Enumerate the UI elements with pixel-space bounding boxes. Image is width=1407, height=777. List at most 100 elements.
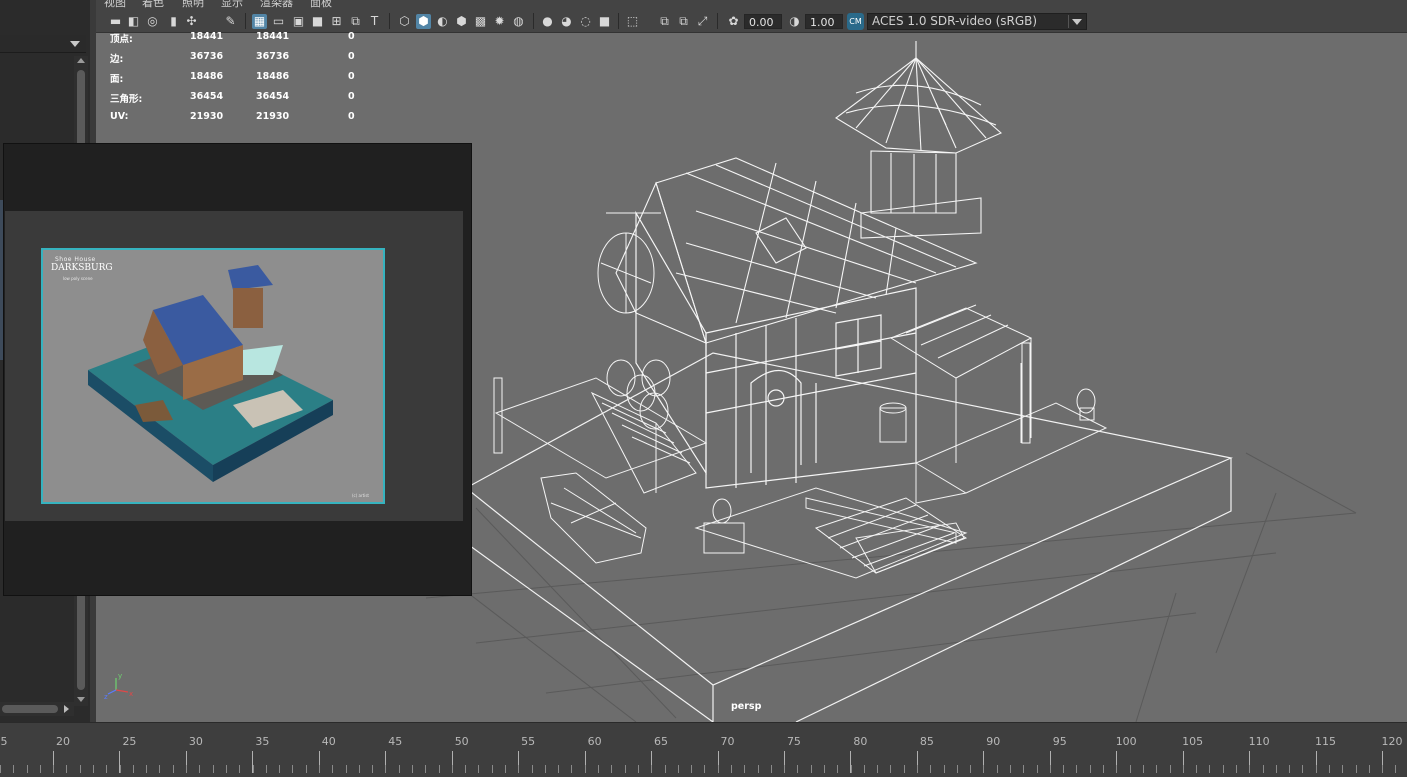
toolbar-separator <box>717 13 718 29</box>
timeline-minor-tick <box>1049 765 1051 773</box>
depth-of-field-icon[interactable]: ■ <box>597 14 612 29</box>
timeline-minor-tick <box>956 765 958 773</box>
motion-blur-icon[interactable]: ◕ <box>559 14 574 29</box>
xray-components-icon[interactable]: ⤢ <box>695 14 710 29</box>
reference-image: Shoe House DARKSBURG low poly scene (c) … <box>41 248 385 504</box>
timeline-minor-tick <box>584 765 586 773</box>
timeline-minor-tick <box>119 765 121 773</box>
shadows-icon[interactable]: ◍ <box>511 14 526 29</box>
anti-alias-icon[interactable]: ◌ <box>578 14 593 29</box>
timeline-minor-tick <box>1076 765 1078 773</box>
timeline-minor-tick <box>797 765 799 773</box>
pencil-icon[interactable]: ✎ <box>223 14 238 29</box>
timeline-ruler[interactable]: 5 20 25 30 35 40 45 50 55 60 65 70 75 80 85 90 95 100 105 1… <box>0 727 1407 775</box>
timeline-minor-tick <box>1182 765 1184 773</box>
gamma-icon[interactable]: ◑ <box>787 14 802 29</box>
timeline-minor-tick <box>199 765 201 773</box>
gate-mask-icon[interactable]: ■ <box>310 14 325 29</box>
timeline-tick-label: 20 <box>56 735 70 748</box>
grid-icon[interactable]: ▦ <box>252 14 267 29</box>
timeline-minor-tick <box>478 765 480 773</box>
menu-panels[interactable]: 面板 <box>310 0 332 9</box>
image-plane-icon[interactable]: ▮ <box>166 14 181 29</box>
menu-view[interactable]: 视图 <box>104 0 126 9</box>
scroll-up-icon[interactable] <box>77 58 85 63</box>
gamma-field[interactable]: 1.00 <box>805 14 843 29</box>
timeline-minor-tick <box>451 765 453 773</box>
timeline-minor-tick <box>810 765 812 773</box>
timeline-tick-label: 70 <box>720 735 735 748</box>
default-material-icon[interactable]: ⬢ <box>454 14 469 29</box>
toolbar-separator <box>618 13 619 29</box>
timeline-minor-tick <box>598 765 600 773</box>
reference-credit: (c) artist <box>351 493 369 498</box>
scroll-right-icon[interactable] <box>64 705 69 713</box>
safe-action-icon[interactable]: ⧉ <box>348 14 363 29</box>
timeline-tick-label: 30 <box>188 735 203 748</box>
lights-icon[interactable]: ✹ <box>492 14 507 29</box>
menu-show[interactable]: 显示 <box>221 0 243 9</box>
timeline-minor-tick <box>106 765 108 773</box>
timeline-minor-tick <box>704 765 706 773</box>
timeline-minor-tick <box>305 765 307 773</box>
film-gate-icon[interactable]: ▭ <box>271 14 286 29</box>
timeline-tick-label: 95 <box>1052 735 1067 748</box>
camera-icon[interactable]: ▬ <box>108 14 123 29</box>
resolution-gate-icon[interactable]: ▣ <box>291 14 306 29</box>
timeline-minor-tick <box>1355 765 1357 773</box>
maya-window: 视图 着色 照明 显示 渲染器 面板 ▬ ◧ ◎ ▮ ✣ ✎ ▦ ▭ ▣ ■ ⊞… <box>0 0 1407 777</box>
timeline-minor-tick <box>890 765 892 773</box>
timeline-minor-tick <box>651 765 653 773</box>
xray-icon[interactable]: ⧉ <box>657 14 672 29</box>
timeline-tick-label: 85 <box>919 735 934 748</box>
select-divider <box>1068 15 1069 28</box>
exposure-field[interactable]: 0.00 <box>744 14 782 29</box>
timeline-minor-tick <box>850 765 852 773</box>
reference-artwork <box>88 265 333 482</box>
timeline-minor-tick <box>1382 765 1384 773</box>
scrollbar-thumb[interactable] <box>2 705 58 713</box>
menu-shading[interactable]: 着色 <box>142 0 164 9</box>
color-management-icon[interactable]: CM <box>847 13 864 30</box>
outliner-horizontal-scrollbar[interactable] <box>0 702 74 716</box>
camera-attributes-icon[interactable]: ◧ <box>126 14 141 29</box>
axis-z-label: z <box>104 693 108 700</box>
timeline-minor-tick <box>1249 765 1251 773</box>
isolate-select-icon[interactable]: ⬚ <box>625 14 640 29</box>
timeline-minor-tick <box>0 765 1 773</box>
timeline-tick-label: 80 <box>853 735 868 748</box>
timeline-minor-tick <box>784 765 786 773</box>
timeline-minor-tick <box>1262 765 1264 773</box>
timeline-tick-label: 120 <box>1381 735 1403 748</box>
hud-value: 36454 <box>256 91 290 102</box>
menu-lighting[interactable]: 照明 <box>182 0 204 9</box>
menu-renderer[interactable]: 渲染器 <box>260 0 293 9</box>
textured-icon[interactable]: ▩ <box>473 14 488 29</box>
timeline-minor-tick <box>1142 765 1144 773</box>
color-space-select[interactable]: ACES 1.0 SDR-video (sRGB) <box>867 13 1087 30</box>
base-block <box>464 352 1233 722</box>
time-slider[interactable]: 5 20 25 30 35 40 45 50 55 60 65 70 75 80 85 90 95 100 105 1… <box>0 722 1407 777</box>
safe-title-icon[interactable]: T <box>367 14 382 29</box>
shade-wire-icon[interactable]: ◐ <box>435 14 450 29</box>
smooth-shade-icon[interactable]: ⬢ <box>416 14 431 29</box>
xray-joints-icon[interactable]: ⧉ <box>676 14 691 29</box>
grid-snap-icon[interactable]: ✣ <box>184 14 199 29</box>
ambient-occlusion-icon[interactable]: ● <box>540 14 555 29</box>
wireframe-icon[interactable]: ⬡ <box>397 14 412 29</box>
field-chart-icon[interactable]: ⊞ <box>329 14 344 29</box>
timeline-minor-tick <box>571 765 573 773</box>
bookmark-icon[interactable]: ◎ <box>145 14 160 29</box>
toolbar-separator <box>389 13 390 29</box>
timeline-tick-label: 115 <box>1315 735 1337 748</box>
hud-label: 边: <box>110 54 124 65</box>
outliner-filter-dropdown[interactable] <box>0 35 86 53</box>
timeline-minor-tick <box>265 765 267 773</box>
reference-image-window[interactable]: Shoe House DARKSBURG low poly scene (c) … <box>3 143 472 596</box>
awning <box>889 304 1033 463</box>
exposure-icon[interactable]: ✿ <box>726 14 741 29</box>
stairs <box>590 391 697 494</box>
side-wheel <box>597 212 661 314</box>
timeline-minor-tick <box>172 765 174 773</box>
scroll-down-icon[interactable] <box>77 697 85 702</box>
